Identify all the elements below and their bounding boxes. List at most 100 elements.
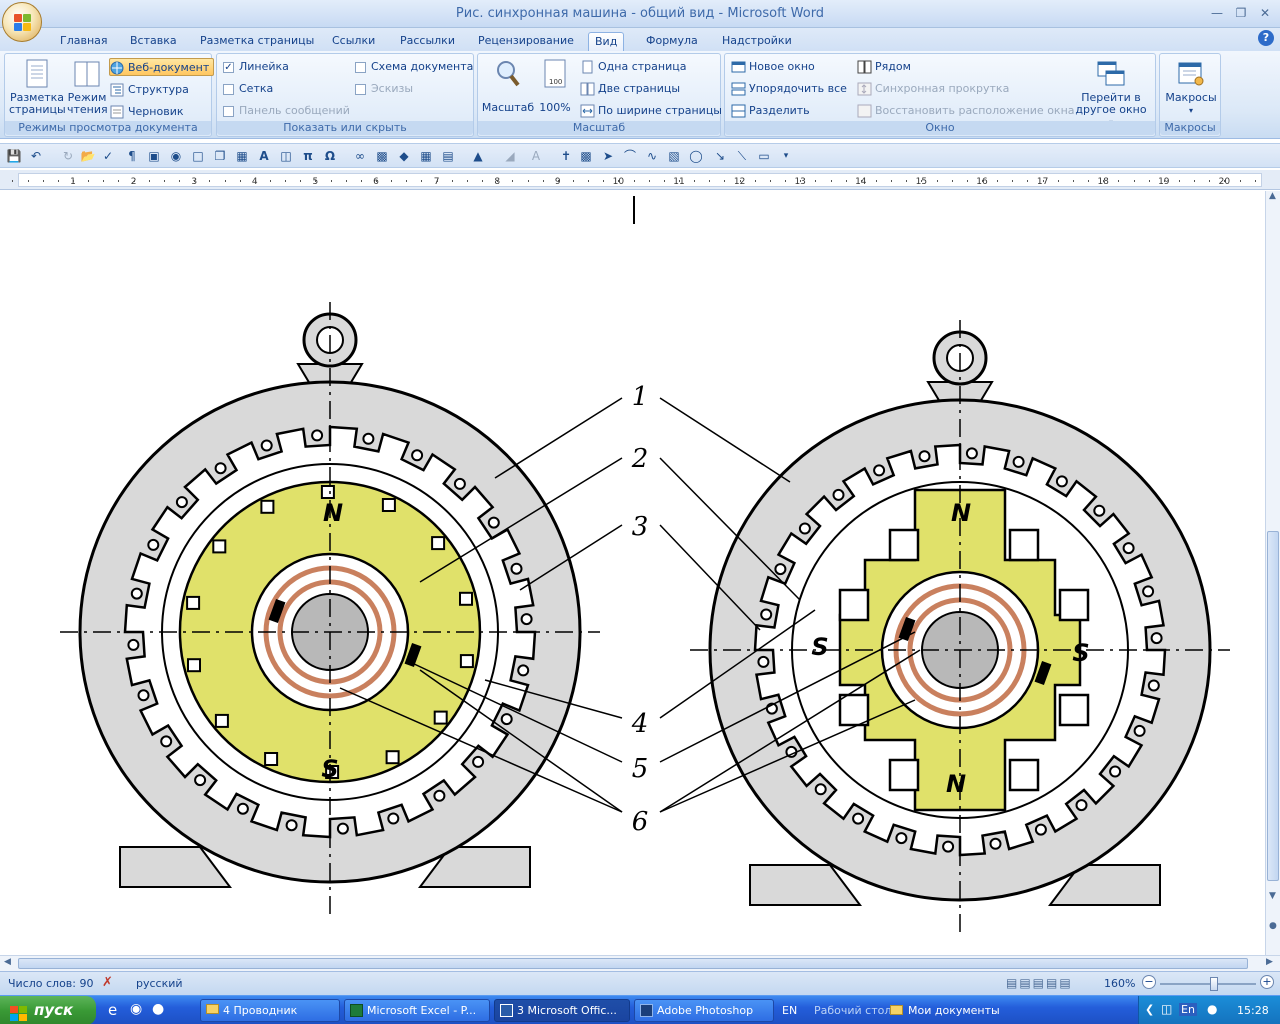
ruler-checkbox[interactable]: ✓ Линейка: [221, 58, 289, 76]
switch-window-button[interactable]: Перейти в другое окно ▾: [1071, 58, 1151, 129]
tab-page-layout[interactable]: Разметка страницы: [194, 32, 320, 51]
document-map-checkbox[interactable]: Схема документа: [353, 58, 473, 76]
taskbar-excel[interactable]: Microsoft Excel - P...: [344, 999, 490, 1022]
textbox-icon[interactable]: ▧: [666, 148, 682, 164]
view-buttons[interactable]: ▤▤▤▤▤: [1006, 976, 1073, 990]
zoom-slider-thumb[interactable]: [1210, 977, 1218, 991]
arrange-all-button[interactable]: Упорядочить все: [731, 80, 847, 98]
undo-icon[interactable]: ↶: [28, 148, 44, 164]
tray-app-icon[interactable]: ●: [1207, 1002, 1217, 1016]
taskbar-photoshop[interactable]: Adobe Photoshop: [634, 999, 774, 1022]
grid-checkbox[interactable]: Сетка: [221, 80, 273, 98]
table-icon[interactable]: ▦: [234, 148, 250, 164]
minimize-button[interactable]: —: [1206, 4, 1228, 22]
horizontal-scroll-thumb[interactable]: [18, 958, 1248, 969]
line-color-icon[interactable]: ◢: [502, 148, 518, 164]
scroll-right-arrow-icon[interactable]: ▶: [1266, 957, 1273, 967]
ie-quicklaunch-icon[interactable]: e: [108, 1001, 117, 1019]
grid-icon[interactable]: ▩: [374, 148, 390, 164]
web-layout-button[interactable]: Веб-документ: [109, 58, 215, 76]
group-icon[interactable]: ▦: [418, 148, 434, 164]
vertical-scroll-thumb[interactable]: [1267, 531, 1279, 881]
rectangle-icon[interactable]: ▭: [756, 148, 772, 164]
word-count[interactable]: Число слов: 90: [8, 977, 94, 990]
tray-expand-icon[interactable]: ❮: [1145, 1003, 1154, 1016]
scroll-left-arrow-icon[interactable]: ◀: [4, 957, 11, 967]
vertical-scrollbar[interactable]: ▲ ▼ ●: [1265, 191, 1280, 955]
page-icon[interactable]: □: [190, 148, 206, 164]
close-button[interactable]: ✕: [1254, 4, 1276, 22]
tray-network-icon[interactable]: ◫: [1161, 1002, 1172, 1016]
shapes-icon[interactable]: ◆: [396, 148, 412, 164]
tab-view[interactable]: Вид: [588, 32, 625, 51]
page-width-button[interactable]: По ширине страницы: [580, 102, 722, 120]
one-page-button[interactable]: Одна страница: [580, 58, 686, 76]
thumbnails-checkbox[interactable]: Эскизы: [353, 80, 413, 98]
my-documents-toolbar[interactable]: Мои документы: [890, 1004, 1000, 1017]
align-icon[interactable]: ▤: [440, 148, 456, 164]
omega-symbol-icon[interactable]: Ω: [322, 148, 338, 164]
document-area[interactable]: N S N S S N 1 2 3 4 5 6: [0, 191, 1265, 955]
crop-icon[interactable]: ✝: [558, 148, 574, 164]
outline-button[interactable]: Структура: [110, 81, 189, 99]
tab-mailings[interactable]: Рассылки: [394, 32, 461, 51]
horizontal-scrollbar[interactable]: ◀ ▶: [0, 955, 1280, 971]
sync-scroll-button[interactable]: Синхронная прокрутка: [857, 80, 1009, 98]
customize-dropdown-icon[interactable]: ▾: [778, 148, 794, 164]
scroll-down-arrow-icon[interactable]: ▼: [1269, 891, 1276, 901]
open-folder-icon[interactable]: 📂: [80, 148, 96, 164]
help-icon[interactable]: ?: [1258, 30, 1274, 46]
oval-icon[interactable]: ◯: [688, 148, 704, 164]
tab-review[interactable]: Рецензирование: [472, 32, 580, 51]
desktop-toolbar[interactable]: Рабочий стол: [814, 1004, 891, 1017]
tab-home[interactable]: Главная: [54, 32, 114, 51]
messenger-quicklaunch-icon[interactable]: ●: [152, 1001, 164, 1017]
print-preview-icon[interactable]: ▣: [146, 148, 162, 164]
reading-mode-button[interactable]: Режим чтения: [67, 58, 108, 116]
zoom-100-button[interactable]: 100 100%: [536, 58, 574, 114]
language-indicator[interactable]: русский: [136, 977, 183, 990]
font-color-icon[interactable]: A: [528, 148, 544, 164]
pi-symbol-icon[interactable]: π: [300, 148, 316, 164]
horizontal-ruler[interactable]: 1 2 3 4 5 6 7 8 9 10 11 12 13 14 15 16 17 18 19 20: [0, 170, 1280, 190]
tab-addins[interactable]: Надстройки: [716, 32, 798, 51]
print-layout-button[interactable]: Разметка страницы: [9, 58, 66, 116]
tab-formula[interactable]: Формула: [640, 32, 704, 51]
select-pointer-icon[interactable]: ➤: [600, 148, 616, 164]
taskbar-explorer[interactable]: 4 Проводник: [200, 999, 340, 1022]
redo-icon[interactable]: ↻: [60, 148, 76, 164]
message-bar-checkbox[interactable]: Панель сообщений: [221, 102, 350, 120]
line-icon[interactable]: ⟍: [734, 148, 750, 164]
arc-icon[interactable]: ⌒: [622, 148, 638, 164]
split-button[interactable]: Разделить: [731, 102, 810, 120]
media-quicklaunch-icon[interactable]: ◉: [130, 1001, 142, 1017]
fill-color-icon[interactable]: ▲: [470, 148, 486, 164]
globe-icon[interactable]: ◉: [168, 148, 184, 164]
zoom-out-icon[interactable]: −: [1142, 975, 1156, 989]
tab-references[interactable]: Ссылки: [326, 32, 381, 51]
tray-language[interactable]: En: [1179, 1003, 1197, 1016]
macros-button[interactable]: Макросы ▾: [1162, 58, 1220, 117]
save-icon[interactable]: 💾: [6, 148, 22, 164]
restore-button[interactable]: ❐: [1230, 4, 1252, 22]
copy-icon[interactable]: ❐: [212, 148, 228, 164]
scroll-up-arrow-icon[interactable]: ▲: [1269, 191, 1276, 201]
link-icon[interactable]: ∞: [352, 148, 368, 164]
draft-button[interactable]: Черновик: [110, 103, 184, 121]
taskbar-office[interactable]: 3 Microsoft Offic...: [494, 999, 630, 1022]
zoom-in-icon[interactable]: +: [1260, 975, 1274, 989]
zoom-level[interactable]: 160%: [1104, 977, 1135, 990]
curve-icon[interactable]: ∿: [644, 148, 660, 164]
wrap-icon[interactable]: ▩: [578, 148, 594, 164]
pilcrow-icon[interactable]: ¶: [124, 148, 140, 164]
zoom-button[interactable]: Масштаб: [480, 58, 536, 114]
proofing-icon[interactable]: ✗: [102, 975, 113, 990]
tab-insert[interactable]: Вставка: [124, 32, 183, 51]
start-button[interactable]: пуск: [0, 996, 96, 1024]
reset-window-position-button[interactable]: Восстановить расположение окна: [857, 102, 1075, 120]
two-pages-button[interactable]: Две страницы: [580, 80, 680, 98]
side-by-side-button[interactable]: Рядом: [857, 58, 911, 76]
textbox-a-icon[interactable]: A: [256, 148, 272, 164]
zoom-slider[interactable]: [1160, 977, 1256, 991]
office-button[interactable]: [2, 2, 42, 42]
